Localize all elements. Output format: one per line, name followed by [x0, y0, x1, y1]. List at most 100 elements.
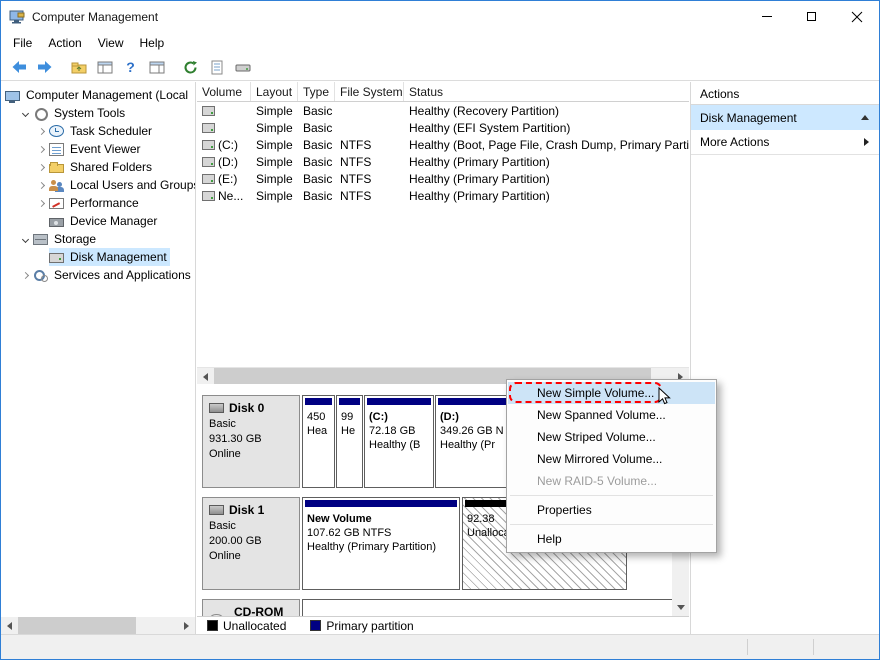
actions-group-label: Disk Management	[700, 110, 797, 125]
minimize-button[interactable]	[744, 1, 789, 32]
disk-name: Disk 1	[229, 503, 265, 517]
expander-icon[interactable]	[37, 127, 49, 135]
forward-button[interactable]	[33, 56, 56, 78]
disk-properties-button[interactable]	[231, 56, 254, 78]
toolbar: ?	[1, 54, 879, 81]
shared-folders-icon	[49, 161, 64, 173]
partition-recovery[interactable]: 450 Hea	[302, 395, 335, 488]
scrollbar-thumb[interactable]	[18, 617, 136, 634]
volume-file-system: NTFS	[340, 154, 372, 169]
primary-partition-swatch-icon	[310, 620, 322, 631]
column-header-status[interactable]: Status	[404, 82, 689, 101]
menu-item-new-simple-volume[interactable]: New Simple Volume...	[508, 382, 715, 404]
app-icon	[9, 9, 25, 25]
export-list-button[interactable]	[205, 56, 228, 78]
tree-item-performance[interactable]: Performance	[1, 194, 195, 212]
tree-item-computer-management[interactable]: Computer Management (Local	[1, 86, 195, 104]
expander-icon[interactable]	[37, 163, 49, 171]
tree-item-local-users-groups[interactable]: Local Users and Groups	[1, 176, 195, 194]
menu-item-new-spanned-volume[interactable]: New Spanned Volume...	[507, 404, 716, 426]
menu-file[interactable]: File	[5, 34, 40, 52]
volume-type: Basic	[303, 120, 333, 135]
disk-0-label[interactable]: Disk 0 Basic 931.30 GB Online	[202, 395, 300, 488]
volume-row[interactable]: Simple Basic Healthy (EFI System Partiti…	[197, 119, 689, 136]
disk-properties-icon	[235, 64, 250, 71]
cdrom-0-label[interactable]: CD-ROM 0	[202, 599, 300, 616]
tree-item-label: Disk Management	[70, 250, 167, 264]
partition-status: Healthy (B	[369, 439, 421, 451]
close-button[interactable]	[834, 1, 879, 32]
volume-status: Healthy (Primary Partition)	[409, 188, 550, 203]
menu-item-help[interactable]: Help	[507, 528, 716, 550]
tree-item-services-applications[interactable]: Services and Applications	[1, 266, 195, 284]
tree-item-shared-folders[interactable]: Shared Folders	[1, 158, 195, 176]
expander-icon[interactable]	[37, 181, 49, 189]
more-actions-item[interactable]: More Actions	[691, 130, 879, 155]
tree-item-label: Storage	[54, 232, 97, 246]
partition-new-volume[interactable]: New Volume 107.62 GB NTFS Healthy (Prima…	[302, 497, 460, 590]
disk-type: Basic	[209, 418, 236, 430]
show-action-pane-button[interactable]	[145, 56, 168, 78]
disk-1-label[interactable]: Disk 1 Basic 200.00 GB Online	[202, 497, 300, 590]
volume-row[interactable]: Ne... Simple Basic NTFS Healthy (Primary…	[197, 187, 689, 204]
expander-icon[interactable]	[21, 271, 33, 279]
tree-item-event-viewer[interactable]: Event Viewer	[1, 140, 195, 158]
menu-help[interactable]: Help	[132, 34, 173, 52]
menu-view[interactable]: View	[90, 34, 132, 52]
storage-icon	[33, 234, 48, 245]
scroll-left-button[interactable]	[1, 617, 18, 634]
volume-row[interactable]: (D:) Simple Basic NTFS Healthy (Primary …	[197, 153, 689, 170]
hdd-icon	[209, 505, 224, 515]
volume-name: (D:)	[218, 154, 238, 169]
partition-c[interactable]: (C:) 72.18 GB Healthy (B	[364, 395, 434, 488]
help-button[interactable]: ?	[119, 56, 142, 78]
menu-action[interactable]: Action	[40, 34, 89, 52]
volume-status: Healthy (Primary Partition)	[409, 171, 550, 186]
volume-layout: Simple	[256, 103, 293, 118]
tree-item-task-scheduler[interactable]: Task Scheduler	[1, 122, 195, 140]
back-button[interactable]	[7, 56, 30, 78]
actions-group-disk-management[interactable]: Disk Management	[691, 105, 879, 130]
disk-type: Basic	[209, 520, 236, 532]
tree-item-label: Event Viewer	[70, 142, 141, 156]
tree-item-disk-management[interactable]: Disk Management	[1, 248, 195, 266]
folder-up-icon	[71, 62, 86, 73]
scroll-right-button[interactable]	[178, 617, 195, 634]
expander-icon[interactable]	[37, 199, 49, 207]
column-header-layout[interactable]: Layout	[251, 82, 298, 101]
menu-item-properties[interactable]: Properties	[507, 499, 716, 521]
tree-horizontal-scrollbar[interactable]	[1, 617, 195, 634]
menu-item-new-striped-volume[interactable]: New Striped Volume...	[507, 426, 716, 448]
column-header-volume[interactable]: Volume	[197, 82, 251, 101]
column-header-file-system[interactable]: File System	[335, 82, 404, 101]
legend-unallocated: Unallocated	[207, 619, 286, 633]
expander-icon[interactable]	[21, 109, 33, 117]
show-console-tree-button[interactable]	[93, 56, 116, 78]
volume-row[interactable]: (E:) Simple Basic NTFS Healthy (Primary …	[197, 170, 689, 187]
partition-efi[interactable]: 99 He	[336, 395, 363, 488]
tree-item-device-manager[interactable]: Device Manager	[1, 212, 195, 230]
tree-item-system-tools[interactable]: System Tools	[1, 104, 195, 122]
volume-row[interactable]: (C:) Simple Basic NTFS Healthy (Boot, Pa…	[197, 136, 689, 153]
menu-item-new-mirrored-volume[interactable]: New Mirrored Volume...	[507, 448, 716, 470]
volume-row[interactable]: Simple Basic Healthy (Recovery Partition…	[197, 102, 689, 119]
expander-icon[interactable]	[21, 235, 33, 243]
scroll-left-button[interactable]	[197, 368, 214, 385]
window-title: Computer Management	[32, 9, 159, 24]
column-header-type[interactable]: Type	[298, 82, 335, 101]
expander-icon[interactable]	[37, 145, 49, 153]
statusbar-separator	[747, 639, 748, 655]
volume-type: Basic	[303, 137, 333, 152]
volume-layout: Simple	[256, 137, 293, 152]
refresh-button[interactable]	[179, 56, 202, 78]
up-one-level-button[interactable]	[67, 56, 90, 78]
collapse-icon[interactable]	[861, 115, 869, 120]
maximize-button[interactable]	[789, 1, 834, 32]
tree-item-storage[interactable]: Storage	[1, 230, 195, 248]
scroll-left-icon	[7, 621, 12, 630]
disk-size: 931.30 GB	[209, 433, 262, 445]
volume-file-system: NTFS	[340, 171, 372, 186]
console-tree-panel: Computer Management (Local System Tools …	[1, 82, 196, 634]
scroll-down-button[interactable]	[672, 599, 689, 616]
submenu-arrow-icon	[864, 138, 869, 146]
